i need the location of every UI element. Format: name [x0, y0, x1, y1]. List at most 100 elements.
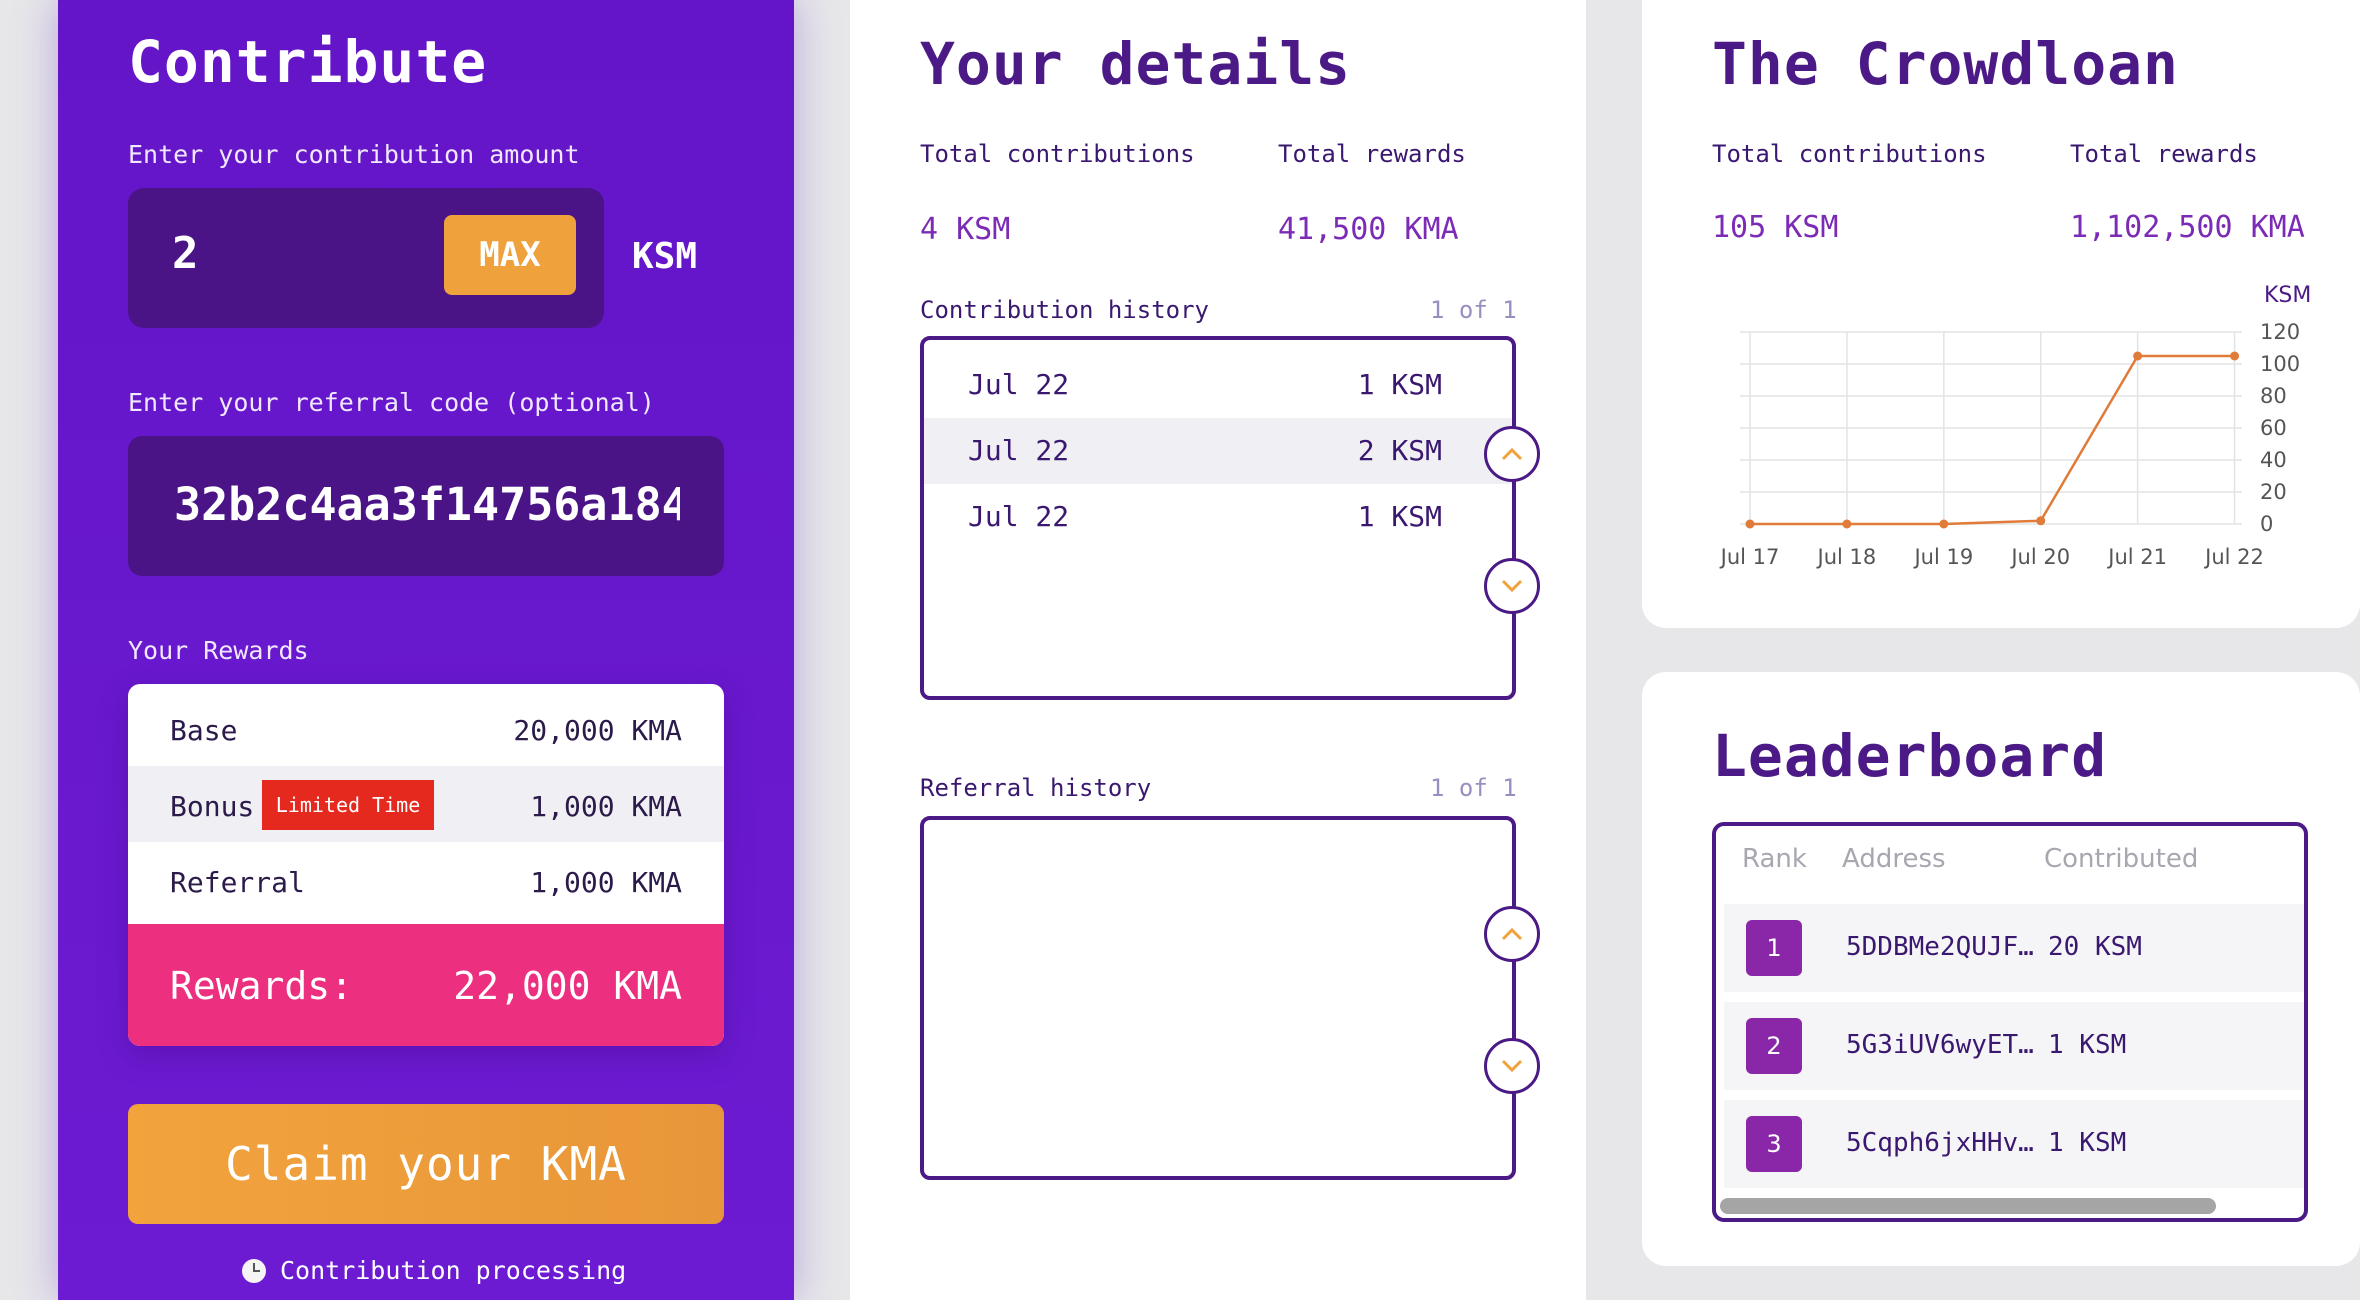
reward-name: Referral [170, 866, 305, 899]
data-point [2230, 351, 2240, 361]
leaderboard-amount: 20 KSM [2048, 932, 2142, 962]
rewards-label: Your Rewards [128, 636, 309, 665]
history-amount: 1 KSM [1357, 500, 1442, 533]
leaderboard-address: 5DDBMe2QUJF… [1846, 932, 2034, 962]
data-point [2133, 351, 2143, 361]
data-point [1842, 519, 1852, 529]
details-title: Your details [920, 30, 1352, 98]
reward-value: 1,000 KMA [530, 866, 682, 899]
x-tick-label: Jul 21 [2106, 545, 2167, 569]
leaderboard-table: Rank Address Contributed 1 5DDBMe2QUJF… … [1712, 822, 2308, 1222]
y-axis-label: KSM [2264, 283, 2311, 308]
amount-value[interactable]: 2 [172, 228, 199, 279]
amount-input[interactable]: 2 MAX [128, 188, 604, 328]
total-contributions-value: 4 KSM [920, 212, 1011, 247]
reward-row-referral: Referral 1,000 KMA [128, 842, 724, 918]
leaderboard-address: 5G3iUV6wyET… [1846, 1030, 2034, 1060]
rank-badge: 2 [1746, 1018, 1802, 1074]
rewards-card: Base 20,000 KMA Bonus Limited Time 1,000… [128, 684, 724, 1046]
leaderboard-amount: 1 KSM [2048, 1030, 2127, 1060]
reward-row-bonus: Bonus Limited Time 1,000 KMA [128, 766, 724, 842]
scroll-up-button[interactable] [1484, 426, 1540, 482]
reward-value: 20,000 KMA [513, 714, 682, 747]
x-tick-label: Jul 19 [1912, 545, 1973, 569]
referral-history-list [920, 816, 1540, 1180]
series-line [1750, 354, 2235, 526]
crowdloan-panel: The Crowdloan Total contributions Total … [1642, 0, 2360, 628]
leaderboard-header-address: Address [1842, 844, 1946, 874]
chevron-up-icon [1501, 447, 1523, 461]
x-tick-label: Jul 22 [2203, 545, 2264, 569]
history-row: Jul 22 1 KSM [924, 352, 1512, 418]
chevron-down-icon [1501, 1059, 1523, 1073]
clock-icon [242, 1258, 266, 1283]
referral-history-label: Referral history [920, 774, 1152, 802]
referral-history-pager: 1 of 1 [1430, 774, 1517, 802]
leaderboard-title: Leaderboard [1712, 722, 2108, 790]
rank-badge: 1 [1746, 920, 1802, 976]
x-tick-label: Jul 20 [2009, 545, 2070, 569]
contribute-panel: Contribute Enter your contribution amoun… [58, 0, 794, 1300]
total-contributions-label: Total contributions [920, 140, 1195, 168]
chevron-down-icon [1501, 579, 1523, 593]
data-point [1745, 519, 1755, 529]
y-tick-label: 60 [2260, 416, 2287, 440]
total-rewards-value: 41,500 KMA [1278, 212, 1459, 247]
leaderboard-row: 2 5G3iUV6wyET… 1 KSM [1724, 1002, 2304, 1090]
reward-row-base: Base 20,000 KMA [128, 690, 724, 766]
history-date: Jul 22 [968, 500, 1070, 533]
max-button[interactable]: MAX [444, 215, 576, 295]
referral-label: Enter your referral code (optional) [128, 388, 655, 417]
contributions-chart: 0 20 40 60 80 100 120 Jul 17 Jul 18 Jul 19 Jul 20 J… [1719, 283, 2312, 569]
limited-time-badge: Limited Time [262, 780, 434, 830]
history-date: Jul 22 [968, 368, 1070, 401]
horizontal-scrollbar[interactable] [1720, 1198, 2216, 1214]
leaderboard-header-rank: Rank [1742, 844, 1807, 874]
claim-button[interactable]: Claim your KMA [128, 1104, 724, 1224]
y-tick-label: 120 [2260, 320, 2300, 344]
status-text: Contribution processing [280, 1256, 627, 1285]
rewards-total-value: 22,000 KMA [453, 964, 682, 1008]
leaderboard-row: 3 5Cqph6jxHHv… 1 KSM [1724, 1100, 2304, 1188]
contribute-title: Contribute [128, 28, 488, 96]
total-rewards-label: Total rewards [1278, 140, 1466, 168]
y-tick-label: 100 [2260, 352, 2300, 376]
contribution-history-label: Contribution history [920, 296, 1209, 324]
y-tick-label: 40 [2260, 448, 2287, 472]
leaderboard-row: 1 5DDBMe2QUJF… 20 KSM [1724, 904, 2304, 992]
reward-name: Base [170, 714, 238, 747]
scroll-up-button[interactable] [1484, 906, 1540, 962]
history-amount: 1 KSM [1357, 368, 1442, 401]
y-tick-label: 0 [2260, 512, 2273, 536]
contribution-history-list: Jul 22 1 KSM Jul 22 2 KSM Jul 22 1 KSM [920, 336, 1540, 700]
data-point [2036, 516, 2046, 526]
rank-badge: 3 [1746, 1116, 1802, 1172]
history-date: Jul 22 [968, 434, 1070, 467]
amount-label: Enter your contribution amount [128, 140, 580, 169]
rewards-total-row: Rewards: 22,000 KMA [128, 924, 724, 1046]
contribution-history-pager: 1 of 1 [1430, 296, 1517, 324]
scroll-down-button[interactable] [1484, 1038, 1540, 1094]
amount-unit: KSM [632, 236, 698, 277]
reward-value: 1,000 KMA [530, 790, 682, 823]
leaderboard-address: 5Cqph6jxHHv… [1846, 1128, 2034, 1158]
leaderboard-amount: 1 KSM [2048, 1128, 2127, 1158]
chevron-up-icon [1501, 927, 1523, 941]
referral-code-value[interactable]: 32b2c4aa3f14756a184b9 [174, 478, 680, 531]
x-tick-label: Jul 18 [1816, 545, 1877, 569]
rewards-total-label: Rewards: [170, 964, 354, 1008]
x-tick-label: Jul 17 [1719, 545, 1780, 569]
contribution-status: Contribution processing [242, 1256, 626, 1285]
details-panel: Your details Total contributions Total r… [850, 0, 1586, 1300]
y-tick-label: 80 [2260, 384, 2287, 408]
leaderboard-header-contributed: Contributed [2044, 844, 2199, 874]
y-tick-label: 20 [2260, 480, 2287, 504]
scroll-down-button[interactable] [1484, 558, 1540, 614]
history-row: Jul 22 2 KSM [924, 418, 1512, 484]
data-point [1939, 519, 1949, 529]
history-row: Jul 22 1 KSM [924, 484, 1512, 550]
leaderboard-panel: Leaderboard Rank Address Contributed 1 5… [1642, 672, 2360, 1266]
history-amount: 2 KSM [1357, 434, 1442, 467]
referral-code-input[interactable]: 32b2c4aa3f14756a184b9 [128, 436, 724, 576]
reward-name: Bonus [170, 790, 255, 823]
